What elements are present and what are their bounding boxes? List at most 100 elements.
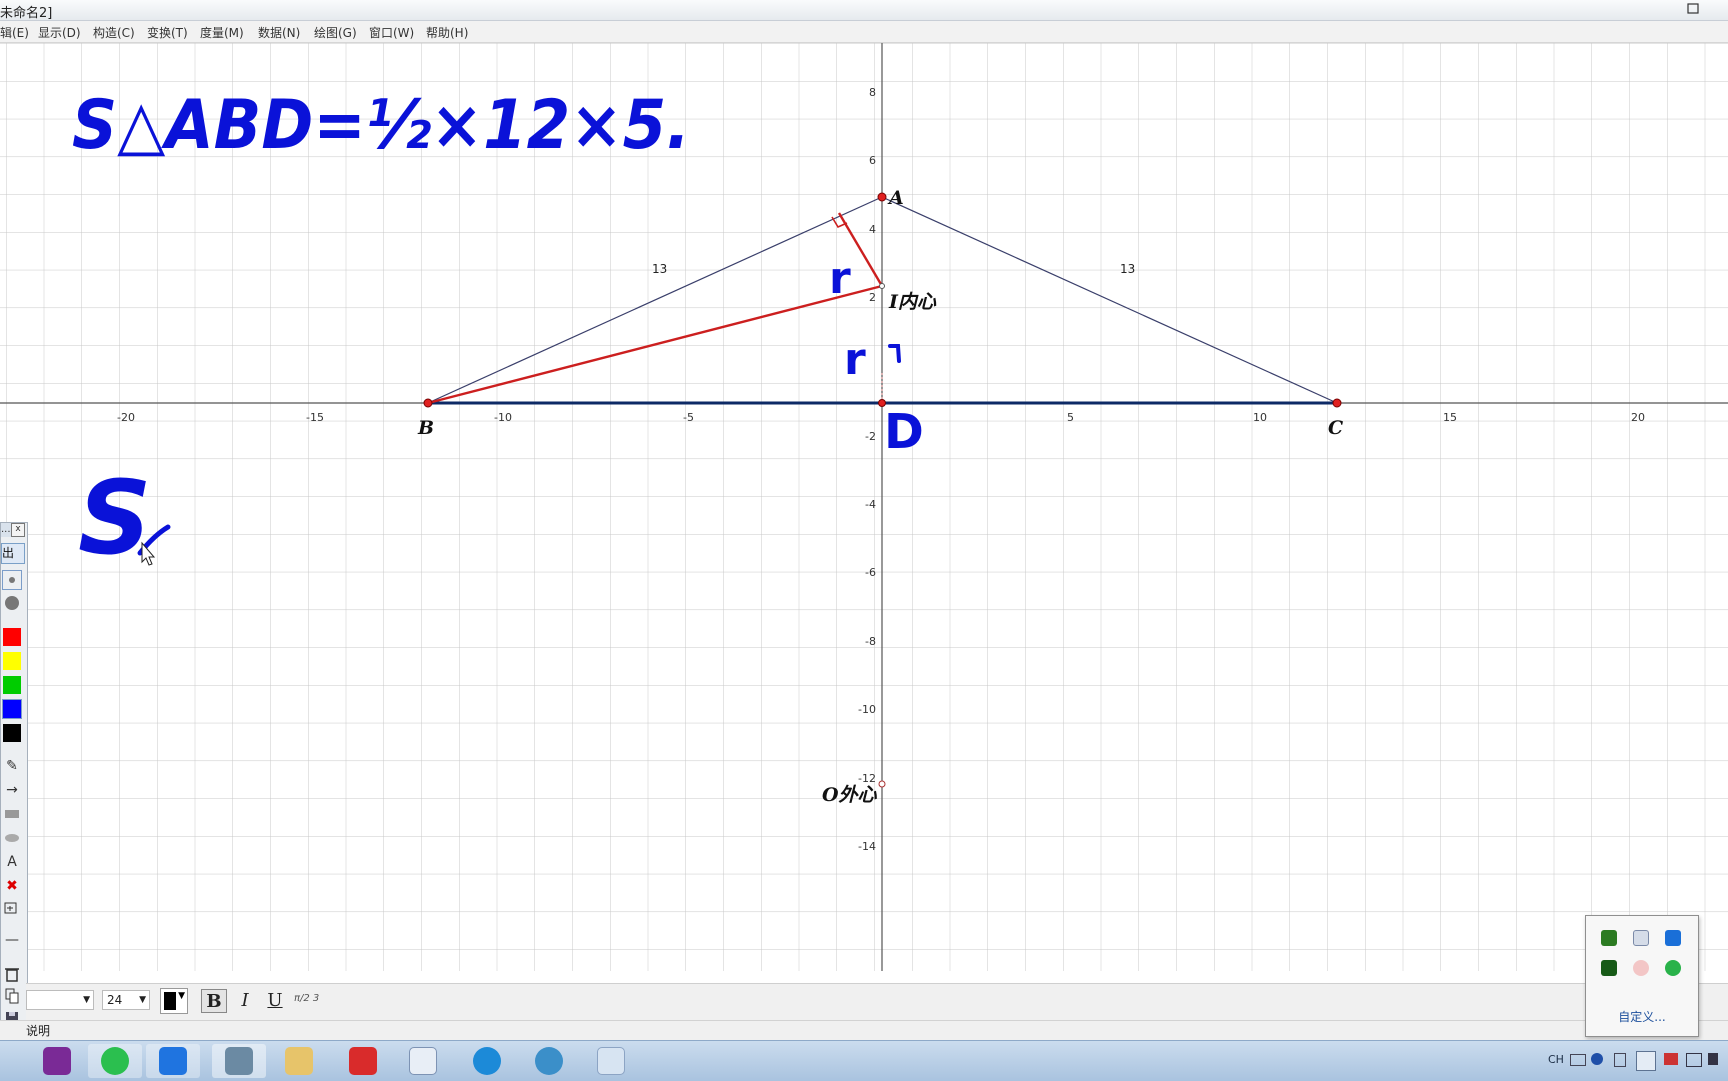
- x-tick-label: -5: [683, 411, 694, 424]
- x-tick-label: 5: [1067, 411, 1074, 424]
- wechat-icon[interactable]: [1665, 960, 1681, 976]
- taskbar-sketchpad[interactable]: [212, 1044, 266, 1078]
- menu-edit[interactable]: 辑(E): [0, 24, 29, 41]
- color-swatch-blue[interactable]: [2, 699, 22, 719]
- taskbar-pdf-app[interactable]: [30, 1044, 84, 1078]
- folder-icon: [285, 1047, 313, 1075]
- x-tick-label: 20: [1631, 411, 1645, 424]
- line-icon[interactable]: —: [2, 931, 22, 949]
- taskbar-app-globe[interactable]: [522, 1044, 576, 1078]
- y-tick-label: 4: [869, 223, 876, 236]
- close-icon[interactable]: x: [11, 523, 25, 537]
- scissors-icon: [597, 1047, 625, 1075]
- wps-icon: [349, 1047, 377, 1075]
- font-family-select[interactable]: ▼: [26, 990, 94, 1010]
- large-dot-icon[interactable]: [3, 594, 21, 612]
- color-swatch-green[interactable]: [3, 676, 21, 694]
- menu-window[interactable]: 窗口(W): [369, 24, 414, 41]
- keyboard-icon[interactable]: [1570, 1054, 1586, 1066]
- point-c[interactable]: [1332, 398, 1342, 408]
- x-tick-label: 15: [1443, 411, 1457, 424]
- y-tick-label: 2: [869, 291, 876, 304]
- y-tick-label: -10: [858, 703, 876, 716]
- window-title: 未命名2]: [0, 6, 53, 21]
- taskbar-meeting[interactable]: [146, 1044, 200, 1078]
- point-incenter[interactable]: [879, 283, 885, 289]
- y-tick-label: -8: [865, 635, 876, 648]
- flower-icon[interactable]: [1633, 960, 1649, 976]
- grid: [0, 43, 1728, 971]
- settings-icon[interactable]: [1614, 1053, 1626, 1067]
- tray-overflow-popup: 自定义...: [1585, 915, 1699, 1037]
- underline-button[interactable]: U: [262, 989, 288, 1013]
- point-b[interactable]: [423, 398, 433, 408]
- color-swatch-red[interactable]: [3, 628, 21, 646]
- text-icon[interactable]: A: [2, 853, 22, 871]
- taskbar-explorer[interactable]: [272, 1044, 326, 1078]
- network-icon[interactable]: [1664, 1053, 1678, 1065]
- length-label-ab: 13: [652, 262, 667, 276]
- status-bar: 说明: [0, 1020, 1728, 1040]
- x-tick-label: -20: [117, 411, 135, 424]
- taskbar-snipping[interactable]: [584, 1044, 638, 1078]
- copy-icon[interactable]: [2, 987, 22, 1010]
- text-format-toolbar: ▼ 24 ▼ ▼ B I U π/2 3: [26, 983, 1728, 1020]
- menu-transform[interactable]: 变换(T): [147, 24, 188, 41]
- length-label-ac: 13: [1120, 262, 1135, 276]
- menu-graph[interactable]: 绘图(G): [314, 24, 357, 41]
- palette-header: ... x: [1, 523, 25, 537]
- handwritten-d: D: [884, 404, 924, 460]
- y-tick-label: -6: [865, 566, 876, 579]
- input-language[interactable]: CH: [1548, 1053, 1564, 1066]
- menu-measure[interactable]: 度量(M): [200, 24, 244, 41]
- taskbar-search[interactable]: [396, 1044, 450, 1078]
- label-incenter: I内心: [888, 291, 937, 313]
- volume-icon[interactable]: [1708, 1053, 1718, 1065]
- exit-button[interactable]: 出: [1, 543, 25, 564]
- font-size-select[interactable]: 24 ▼: [102, 990, 150, 1010]
- status-text: 说明: [26, 1024, 51, 1038]
- x-tick-label: 10: [1253, 411, 1267, 424]
- color-swatch-yellow[interactable]: [3, 652, 21, 670]
- small-dot-icon[interactable]: [2, 570, 22, 590]
- y-tick-label: 8: [869, 86, 876, 99]
- text-color-select[interactable]: ▼: [160, 988, 188, 1014]
- taskbar-wechat[interactable]: [88, 1044, 142, 1078]
- point-a[interactable]: [877, 192, 887, 202]
- meeting-icon[interactable]: [1665, 930, 1681, 946]
- italic-button[interactable]: I: [232, 989, 258, 1013]
- x-tick-label: -15: [306, 411, 324, 424]
- taskbar-wps[interactable]: [336, 1044, 390, 1078]
- point-circumcenter[interactable]: [878, 780, 886, 788]
- color-swatch-black[interactable]: [3, 724, 21, 742]
- zoom-icon[interactable]: [2, 901, 22, 924]
- taskbar-edge[interactable]: [460, 1044, 514, 1078]
- nvidia-icon[interactable]: [1601, 930, 1617, 946]
- help-icon[interactable]: [1591, 1053, 1603, 1065]
- menu-display[interactable]: 显示(D): [38, 24, 81, 41]
- ellipse-icon[interactable]: [2, 829, 22, 852]
- trash-icon[interactable]: [2, 965, 22, 988]
- y-tick-label: -14: [858, 840, 876, 853]
- bold-button[interactable]: B: [201, 989, 227, 1013]
- monitor-tray-icon[interactable]: [1686, 1053, 1702, 1067]
- math-format-button[interactable]: π/2 3: [294, 993, 319, 1004]
- show-hidden-icons[interactable]: [1636, 1051, 1656, 1071]
- maximize-button[interactable]: [1680, 0, 1706, 18]
- pen-icon[interactable]: ✎: [2, 757, 22, 775]
- label-a: A: [887, 187, 904, 209]
- menu-construct[interactable]: 构造(C): [93, 24, 135, 41]
- menu-bar: 辑(E) 显示(D) 构造(C) 变换(T) 度量(M) 数据(N) 绘图(G)…: [0, 21, 1728, 43]
- customize-link[interactable]: 自定义...: [1586, 1008, 1698, 1025]
- rectangle-icon[interactable]: [2, 805, 22, 828]
- sketch-canvas[interactable]: -20 -15 -10 -5 5 10 15 20 8 6 4 2 -2 -4 …: [0, 43, 1728, 971]
- arrow-icon[interactable]: →: [2, 781, 22, 799]
- coordinate-plane[interactable]: -20 -15 -10 -5 5 10 15 20 8 6 4 2 -2 -4 …: [0, 43, 1728, 971]
- menu-data[interactable]: 数据(N): [258, 24, 300, 41]
- label-circumcenter: O外心: [822, 784, 878, 806]
- document-icon[interactable]: [1633, 930, 1649, 946]
- menu-help[interactable]: 帮助(H): [426, 24, 468, 41]
- clear-icon[interactable]: ✖: [2, 877, 22, 895]
- edge-icon: [473, 1047, 501, 1075]
- monitor-icon[interactable]: [1601, 960, 1617, 976]
